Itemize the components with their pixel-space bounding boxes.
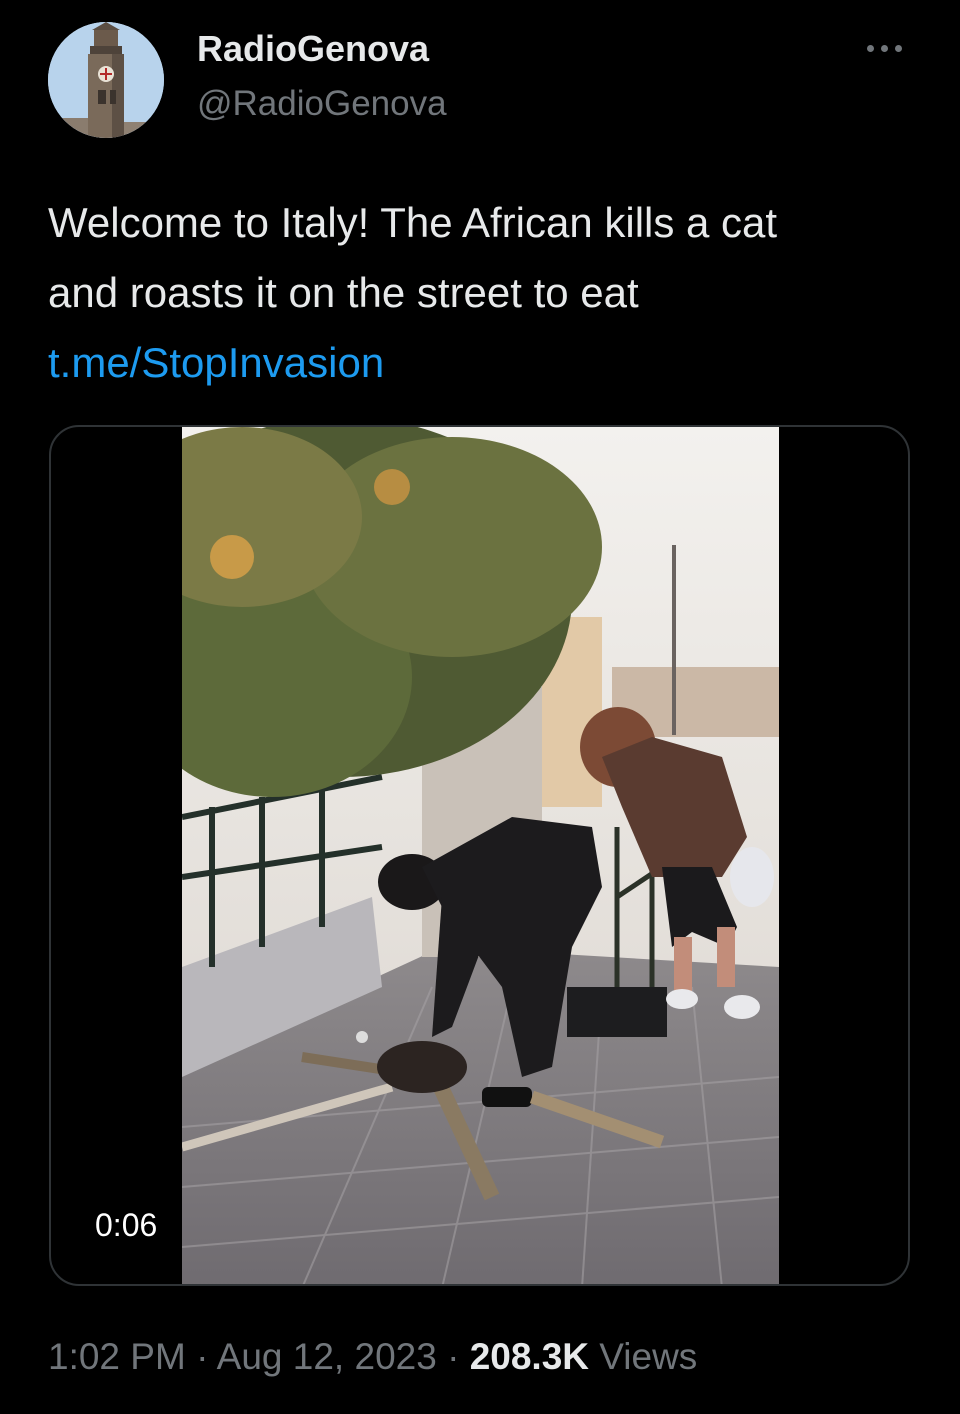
views-count: 208.3K — [469, 1336, 589, 1377]
tweet-link[interactable]: t.me/StopInvasion — [48, 339, 384, 386]
tweet-text: Welcome to Italy! The African kills a ca… — [48, 188, 928, 398]
video-media-card[interactable]: 0:06 — [49, 425, 910, 1286]
video-thumbnail — [182, 427, 779, 1284]
meta-separator: · — [447, 1336, 460, 1377]
author-handle[interactable]: @RadioGenova — [197, 84, 447, 124]
more-horizontal-icon — [866, 44, 874, 52]
tweet-text-line-1: Welcome to Italy! The African kills a ca… — [48, 199, 778, 246]
video-player[interactable] — [182, 427, 779, 1284]
more-options-button[interactable] — [856, 30, 912, 66]
tweet-time[interactable]: 1:02 PM — [48, 1336, 186, 1377]
more-horizontal-icon-dot-3 — [894, 44, 902, 52]
video-duration-badge: 0:06 — [81, 1203, 172, 1247]
tweet: RadioGenova @RadioGenova Welcome to Ital… — [0, 0, 960, 1414]
more-horizontal-icon-dot-2 — [880, 44, 888, 52]
tweet-date[interactable]: Aug 12, 2023 — [217, 1336, 437, 1377]
tweet-metadata: 1:02 PM · Aug 12, 2023 · 208.3K Views — [48, 1336, 697, 1378]
author-avatar[interactable] — [48, 22, 164, 138]
tweet-text-line-2: and roasts it on the street to eat — [48, 269, 639, 316]
tweet-link-line: t.me/StopInvasion — [48, 328, 928, 398]
views-label: Views — [599, 1336, 698, 1377]
meta-separator: · — [196, 1336, 209, 1377]
clock-tower-avatar-image — [48, 22, 164, 138]
author-display-name[interactable]: RadioGenova — [197, 28, 429, 70]
